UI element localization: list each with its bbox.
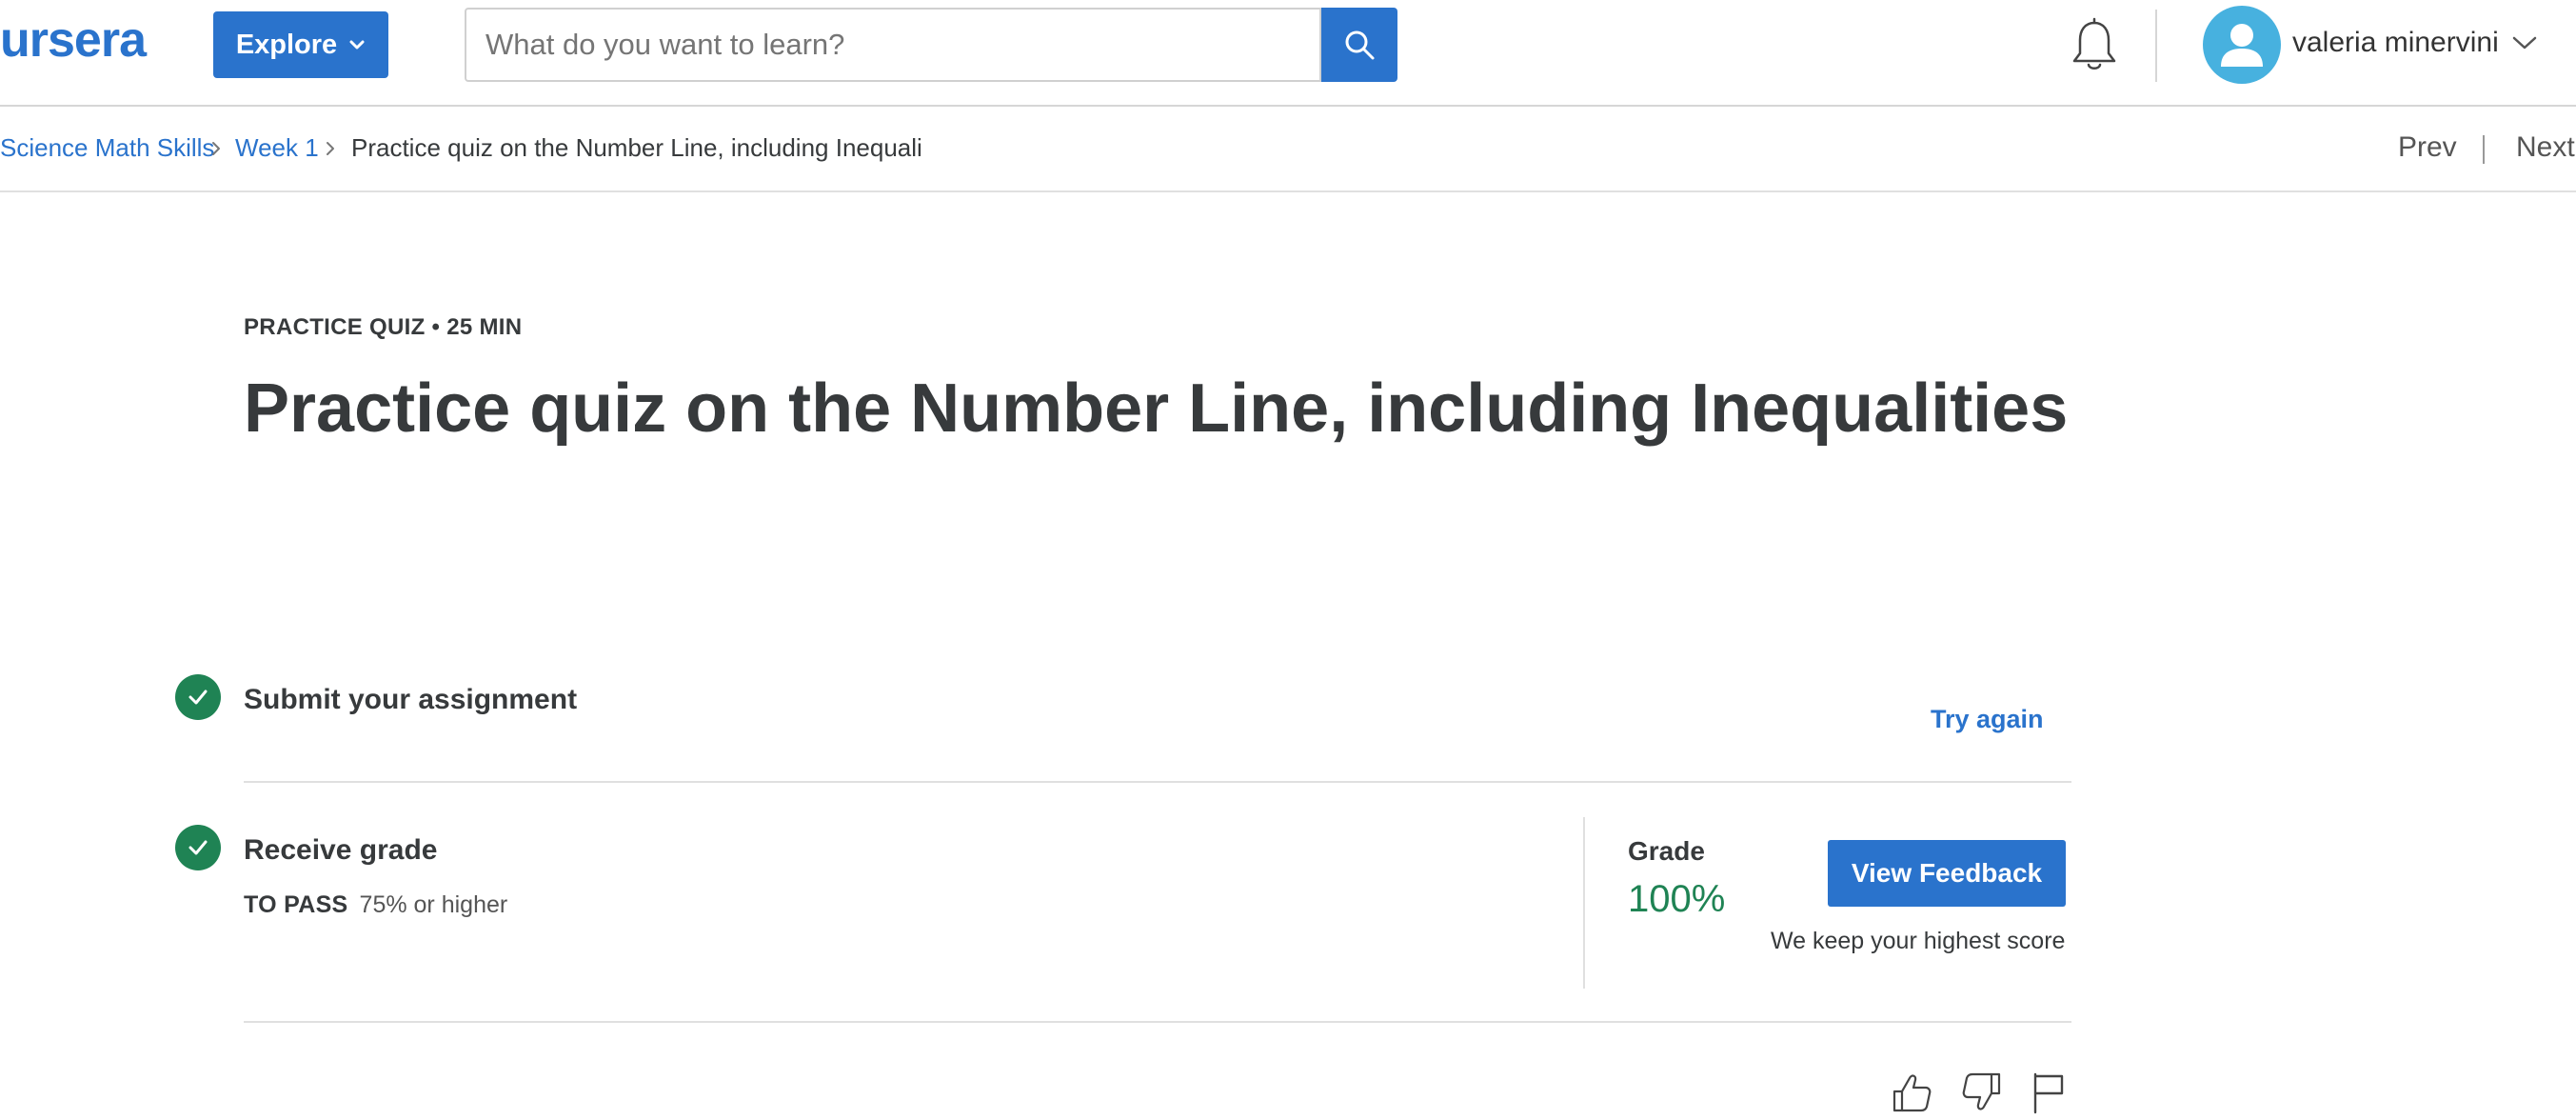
chevron-down-icon (2512, 36, 2536, 50)
check-circle-icon (175, 825, 221, 870)
explore-label: Explore (235, 29, 338, 60)
user-menu[interactable]: valeria minervini (2292, 27, 2537, 59)
to-pass-label: TO PASS (244, 891, 348, 918)
search-input[interactable] (466, 10, 1319, 80)
flag-icon[interactable] (2028, 1070, 2070, 1114)
bell-icon[interactable] (2068, 17, 2121, 76)
try-again-link[interactable]: Try again (1931, 705, 2044, 734)
view-feedback-button[interactable]: View Feedback (1828, 840, 2066, 907)
user-name: valeria minervini (2292, 27, 2499, 58)
nav-divider (2483, 135, 2485, 164)
coursera-logo[interactable]: ursera (0, 11, 147, 69)
receive-grade-label: Receive grade (244, 834, 438, 866)
submit-assignment-label: Submit your assignment (244, 684, 578, 715)
quiz-meta: PRACTICE QUIZ • 25 MIN (244, 314, 523, 340)
header-divider (2155, 10, 2157, 82)
check-circle-icon (175, 674, 221, 720)
search-box (465, 8, 1321, 82)
search-button[interactable] (1321, 8, 1397, 82)
prev-link[interactable]: Prev (2398, 131, 2457, 164)
thumbs-up-icon[interactable] (1891, 1070, 1932, 1114)
next-link[interactable]: Next (2516, 131, 2575, 164)
chevron-down-icon (349, 40, 365, 50)
pass-requirement: TO PASS 75% or higher (244, 891, 507, 919)
breadcrumb: Science Math Skills Week 1 Practice quiz… (0, 107, 2576, 192)
top-navigation-bar: ursera Explore valeria minervini (0, 0, 2576, 107)
breadcrumb-course-link[interactable]: Science Math Skills (0, 133, 214, 163)
breadcrumb-week-link[interactable]: Week 1 (235, 133, 319, 163)
to-pass-value: 75% or higher (359, 891, 508, 918)
page-title: Practice quiz on the Number Line, includ… (244, 370, 2069, 447)
chevron-right-icon (327, 142, 334, 155)
breadcrumb-current: Practice quiz on the Number Line, includ… (351, 133, 922, 162)
search-icon (1345, 30, 1375, 60)
section-divider (244, 781, 2071, 783)
grade-divider (1583, 817, 1585, 989)
thumbs-down-icon[interactable] (1961, 1070, 2003, 1114)
grade-label: Grade (1628, 836, 1705, 866)
highest-score-note: We keep your highest score (1771, 928, 2066, 954)
explore-button[interactable]: Explore (213, 11, 388, 78)
chevron-right-icon (212, 142, 220, 155)
section-divider (244, 1021, 2071, 1023)
user-avatar-icon[interactable] (2203, 6, 2281, 84)
grade-value: 100% (1628, 878, 1726, 920)
